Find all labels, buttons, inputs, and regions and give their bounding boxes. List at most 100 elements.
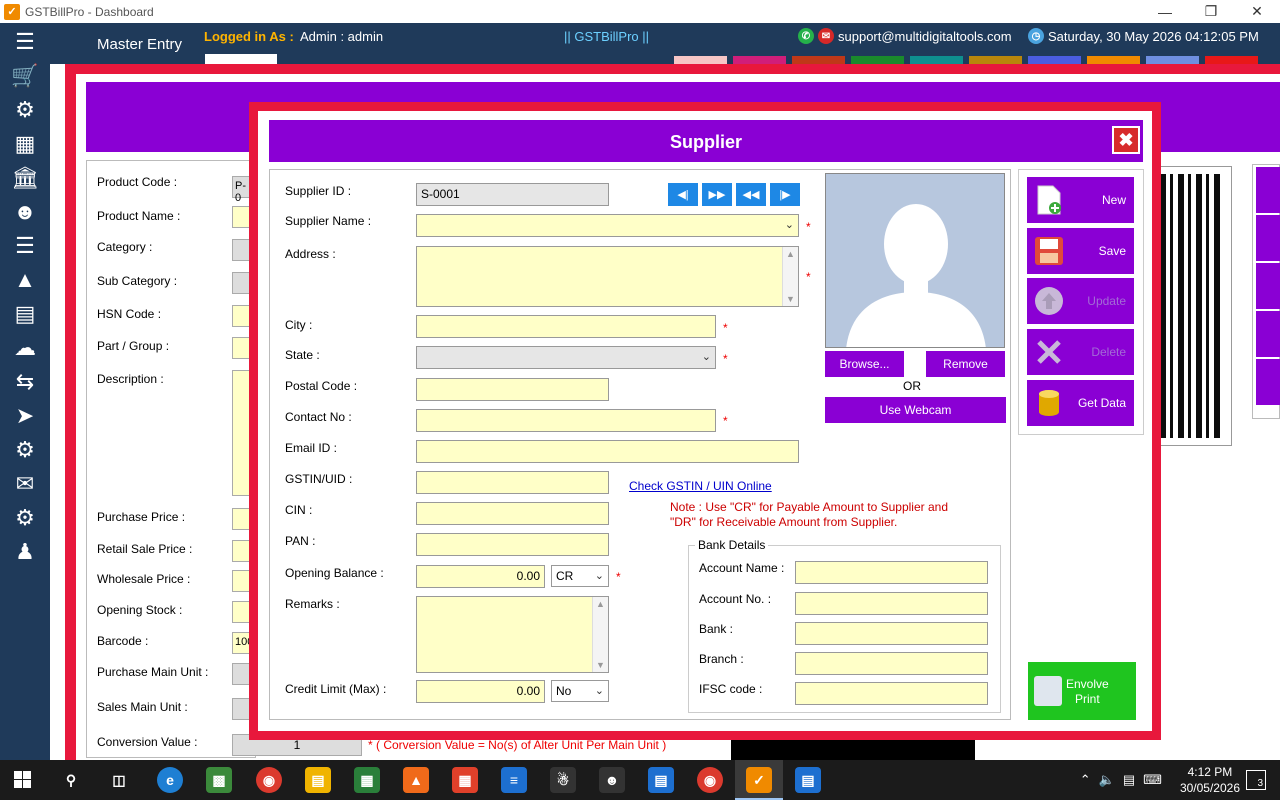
gstbillpro-taskbar-icon[interactable]: ✓ bbox=[746, 767, 772, 793]
linux-icon[interactable]: ☃ bbox=[550, 767, 576, 793]
account-name-field[interactable] bbox=[795, 561, 988, 584]
restore-button[interactable]: ❐ bbox=[1188, 0, 1234, 23]
previous-record-icon[interactable]: ◀◀ bbox=[736, 183, 766, 206]
credit-type-select[interactable]: No ⌄ bbox=[551, 680, 609, 702]
account-no-field[interactable] bbox=[795, 592, 988, 615]
remove-photo-button[interactable]: Remove bbox=[926, 351, 1005, 377]
chevron-up-icon[interactable]: ⌃ bbox=[1080, 772, 1091, 788]
postal-code-field[interactable] bbox=[416, 378, 609, 401]
supplier-photo bbox=[825, 173, 1005, 348]
minimize-button[interactable]: — bbox=[1142, 0, 1188, 23]
swatch[interactable] bbox=[969, 56, 1022, 64]
opening-type-select[interactable]: CR ⌄ bbox=[551, 565, 609, 587]
swatch[interactable] bbox=[1028, 56, 1081, 64]
remarks-scrollbar[interactable]: ▲ ▼ bbox=[592, 597, 608, 672]
gstin-label: GSTIN/UID : bbox=[285, 472, 353, 486]
dialog-title: Supplier bbox=[669, 132, 742, 152]
contact-field[interactable] bbox=[416, 409, 716, 432]
cin-field[interactable] bbox=[416, 502, 609, 525]
next-record-icon[interactable]: ▶▶ bbox=[702, 183, 732, 206]
window-app-icon[interactable]: ▤ bbox=[648, 767, 674, 793]
brave-browser-icon[interactable]: ▲ bbox=[403, 767, 429, 793]
keyboard-icon[interactable]: ⌨ bbox=[1143, 772, 1162, 788]
search-icon[interactable]: ⚲ bbox=[58, 767, 84, 793]
product-delete-button[interactable] bbox=[1256, 311, 1280, 357]
product-update-button[interactable] bbox=[1256, 263, 1280, 309]
swatch[interactable] bbox=[1146, 56, 1199, 64]
credit-limit-field[interactable]: 0.00 bbox=[416, 680, 545, 703]
store-icon[interactable]: ▦ bbox=[354, 767, 380, 793]
swatch[interactable] bbox=[1205, 56, 1258, 64]
close-window-button[interactable]: ✕ bbox=[1234, 0, 1280, 23]
tax-icon[interactable]: ▤ bbox=[7, 298, 43, 329]
check-gstin-link[interactable]: Check GSTIN / UIN Online bbox=[629, 479, 772, 493]
penguin-app-icon[interactable]: ☻ bbox=[599, 767, 625, 793]
list-add-icon[interactable]: ☰ bbox=[7, 26, 43, 57]
envolve-print-button[interactable]: Envolve Print bbox=[1028, 662, 1136, 720]
task-view-icon[interactable]: ◫ bbox=[106, 767, 132, 793]
app-icon-green[interactable]: ▩ bbox=[206, 767, 232, 793]
close-dialog-button[interactable]: ✖ bbox=[1112, 126, 1140, 154]
swatch[interactable] bbox=[910, 56, 963, 64]
app-blue-icon[interactable]: ≡ bbox=[501, 767, 527, 793]
product-save-button[interactable] bbox=[1256, 215, 1280, 261]
swatch[interactable] bbox=[1087, 56, 1140, 64]
city-field[interactable] bbox=[416, 315, 716, 338]
network-icon[interactable]: ▤ bbox=[1123, 772, 1135, 788]
address-scrollbar[interactable]: ▲ ▼ bbox=[782, 247, 798, 306]
swatch[interactable] bbox=[733, 56, 786, 64]
clipboard-icon[interactable]: ☰ bbox=[7, 230, 43, 261]
address-field[interactable]: ▲ ▼ bbox=[416, 246, 799, 307]
cart-icon[interactable]: 🛒 bbox=[7, 60, 43, 91]
new-button[interactable]: New bbox=[1027, 177, 1134, 223]
settings-icon[interactable]: ⚙ bbox=[7, 502, 43, 533]
mail-icon[interactable]: ✉ bbox=[7, 468, 43, 499]
last-record-icon[interactable]: |▶ bbox=[770, 183, 800, 206]
volume-muted-icon[interactable]: 🔈 bbox=[1099, 772, 1115, 788]
first-record-icon[interactable]: ◀| bbox=[668, 183, 698, 206]
delete-button[interactable]: Delete bbox=[1027, 329, 1134, 375]
chart-icon[interactable]: ▲ bbox=[7, 264, 43, 295]
opening-balance-field[interactable]: 0.00 bbox=[416, 565, 545, 588]
product-new-button[interactable] bbox=[1256, 167, 1280, 213]
update-button[interactable]: Update bbox=[1027, 278, 1134, 324]
support-email[interactable]: support@multidigitaltools.com bbox=[838, 29, 1012, 44]
branch-field[interactable] bbox=[795, 652, 988, 675]
window-app-icon-2[interactable]: ▤ bbox=[795, 767, 821, 793]
swatch[interactable] bbox=[674, 56, 727, 64]
barcode-label: Barcode : bbox=[97, 634, 149, 648]
browse-button[interactable]: Browse... bbox=[825, 351, 904, 377]
compass-icon[interactable]: ➤ bbox=[7, 400, 43, 431]
bank-field[interactable] bbox=[795, 622, 988, 645]
email-field[interactable] bbox=[416, 440, 799, 463]
ifsc-field[interactable] bbox=[795, 682, 988, 705]
windows-start-icon[interactable] bbox=[14, 771, 32, 789]
supplier-name-combo[interactable]: ⌄ bbox=[416, 214, 799, 237]
app-grid-icon[interactable]: ▦ bbox=[452, 767, 478, 793]
use-webcam-button[interactable]: Use Webcam bbox=[825, 397, 1006, 423]
gstin-field[interactable] bbox=[416, 471, 609, 494]
taskbar-clock[interactable]: 4:12 PM 30/05/2026 bbox=[1180, 764, 1240, 796]
contact-icon[interactable]: ☻ bbox=[7, 196, 43, 227]
calculator-icon[interactable]: ▦ bbox=[7, 128, 43, 159]
chrome-icon-2[interactable]: ◉ bbox=[697, 767, 723, 793]
product-getdata-button[interactable] bbox=[1256, 359, 1280, 405]
get-data-button[interactable]: Get Data bbox=[1027, 380, 1134, 426]
remarks-field[interactable]: ▲ ▼ bbox=[416, 596, 609, 673]
state-select[interactable]: ⌄ bbox=[416, 346, 716, 369]
notification-icon[interactable]: 3 bbox=[1246, 770, 1266, 790]
chrome-icon[interactable]: ◉ bbox=[256, 767, 282, 793]
swatch[interactable] bbox=[792, 56, 845, 64]
header-tab[interactable] bbox=[205, 54, 277, 64]
save-button[interactable]: Save bbox=[1027, 228, 1134, 274]
settings-hand-icon[interactable]: ⚙ bbox=[7, 94, 43, 125]
user-settings-icon[interactable]: ♟ bbox=[7, 536, 43, 567]
edge-browser-icon[interactable]: e bbox=[157, 767, 183, 793]
transfer-icon[interactable]: ⇆ bbox=[7, 366, 43, 397]
swatch[interactable] bbox=[851, 56, 904, 64]
gear-icon[interactable]: ⚙ bbox=[7, 434, 43, 465]
bank-icon[interactable]: 🏛 bbox=[7, 162, 43, 193]
cloud-icon[interactable]: ☁ bbox=[7, 332, 43, 363]
file-explorer-icon[interactable]: ▤ bbox=[305, 767, 331, 793]
pan-field[interactable] bbox=[416, 533, 609, 556]
